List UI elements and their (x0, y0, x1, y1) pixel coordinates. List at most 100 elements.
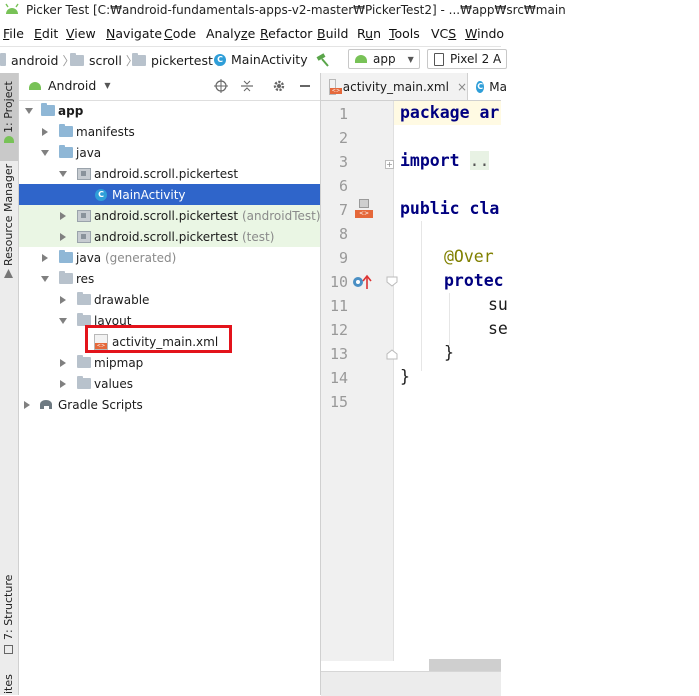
tree-item-label: values (94, 376, 134, 391)
menu-item-windo[interactable]: Windo (465, 26, 504, 41)
tree-item-java-generated[interactable]: java (generated) (19, 247, 320, 268)
code-text: ar (479, 103, 500, 122)
menu-item-vcs[interactable]: VCS (431, 26, 456, 41)
breadcrumb-android[interactable]: android 〉 (0, 52, 78, 69)
menu-item-navigate[interactable]: Navigate (106, 26, 162, 41)
tab-mainactivity[interactable]: C Ma (467, 73, 507, 100)
code-line-11[interactable]: su (488, 295, 508, 314)
minimize-icon[interactable] (300, 85, 310, 87)
tree-item-package[interactable]: android.scroll.pickertest (19, 163, 320, 184)
line-number: 7 (338, 201, 348, 219)
code-annotation[interactable]: @Over (444, 247, 494, 266)
breadcrumb-label: pickertest (151, 53, 213, 68)
project-tool-tab[interactable]: 1: Project (0, 73, 18, 161)
collapse-arrow-icon (42, 253, 48, 262)
tree-item-label: android.scroll.pickertest (94, 229, 239, 244)
code-line-10[interactable]: protec (444, 271, 504, 290)
editor-bottom-strip (321, 671, 501, 696)
project-tab-label: 1: Project (2, 81, 15, 133)
navigation-bar: android 〉 scroll 〉 pickertest 〉 C MainAc… (0, 46, 507, 74)
menu-item-tools[interactable]: Tools (389, 26, 420, 41)
indent-guide (421, 221, 422, 371)
tree-item-label: manifests (76, 124, 135, 139)
android-icon (4, 136, 14, 143)
tree-item-java[interactable]: java (19, 142, 320, 163)
run-config-label: app (373, 52, 396, 66)
code-line-12[interactable]: se (488, 319, 508, 338)
folder-icon (77, 376, 91, 389)
gear-icon[interactable] (272, 79, 286, 93)
favorites-tab[interactable]: ites (0, 668, 18, 695)
menu-item-run[interactable]: Run (357, 26, 381, 41)
run-config-selector[interactable]: app ▼ (348, 49, 420, 69)
build-hammer-icon[interactable] (315, 52, 331, 68)
tree-item-suffix: (test) (241, 229, 275, 244)
tree-item-drawable[interactable]: drawable (19, 289, 320, 310)
menu-item-analyze[interactable]: Analyze (206, 26, 255, 41)
fold-collapse-icon[interactable] (386, 276, 398, 288)
layout-file-gutter-icon[interactable]: <> (353, 199, 373, 221)
class-icon: C (95, 188, 107, 201)
collapse-arrow-icon (42, 127, 48, 136)
device-selector[interactable]: Pixel 2 A (427, 49, 507, 69)
tree-item-app[interactable]: app (19, 100, 320, 121)
folded-imports[interactable]: .. (469, 151, 490, 170)
horizontal-scrollbar[interactable] (429, 659, 501, 671)
breadcrumb-mainactivity[interactable]: C MainActivity (214, 52, 308, 67)
fold-end-icon[interactable] (386, 348, 398, 360)
close-icon[interactable]: × (457, 80, 467, 94)
window-title: Picker Test [C:₩android-fundamentals-app… (26, 3, 566, 17)
resource-folder-icon (59, 271, 73, 284)
code-editor: activity_main.xml × C Ma 1 2 3 6 7 8 9 1… (321, 73, 508, 696)
fold-expand-icon[interactable]: + (385, 160, 394, 169)
tab-activity-main-xml[interactable]: activity_main.xml × (321, 73, 467, 100)
expand-arrow-icon (41, 275, 49, 282)
structure-icon (4, 645, 13, 654)
line-number: 2 (338, 129, 348, 147)
tree-item-label: app (58, 103, 84, 118)
generated-folder-icon (59, 250, 73, 263)
package-icon (77, 230, 91, 243)
expand-arrow-icon (41, 149, 49, 156)
view-mode-selector[interactable]: Android ▼ (29, 78, 110, 93)
code-line-14[interactable]: } (400, 367, 410, 386)
folder-icon (59, 145, 73, 158)
line-number: 15 (329, 393, 348, 411)
line-number: 13 (329, 345, 348, 363)
menu-item-code[interactable]: Code (164, 26, 196, 41)
package-icon (77, 209, 91, 222)
tree-item-label: android.scroll.pickertest (94, 166, 239, 181)
menu-item-build[interactable]: Build (317, 26, 348, 41)
menu-item-file[interactable]: File (3, 26, 24, 41)
folder-icon (59, 124, 73, 137)
folder-icon (77, 355, 91, 368)
collapse-arrow-icon (60, 379, 66, 388)
tree-item-mipmap[interactable]: mipmap (19, 352, 320, 373)
indent-guide (449, 293, 450, 347)
tree-item-values[interactable]: values (19, 373, 320, 394)
expand-arrow-icon (25, 107, 33, 114)
line-number: 11 (329, 297, 348, 315)
package-icon (70, 53, 84, 66)
locate-target-icon[interactable] (214, 79, 228, 93)
tree-item-gradle-scripts[interactable]: Gradle Scripts (19, 394, 320, 415)
tree-item-manifests[interactable]: manifests (19, 121, 320, 142)
tree-item-mainactivity[interactable]: C MainActivity (19, 184, 320, 205)
structure-tab[interactable]: 7: Structure (0, 575, 18, 658)
resource-manager-tab[interactable]: Resource Manager (0, 164, 18, 283)
tree-item-res[interactable]: res (19, 268, 320, 289)
tree-item-package-androidtest[interactable]: android.scroll.pickertest (androidTest) (19, 205, 321, 226)
code-keyword: cla (469, 199, 500, 218)
code-line-1[interactable]: package ar (400, 103, 499, 122)
menu-item-edit[interactable]: Edit (34, 26, 58, 41)
menu-item-view[interactable]: View (66, 26, 96, 41)
override-method-icon[interactable] (352, 274, 374, 290)
code-line-7[interactable]: public cla (400, 199, 499, 218)
menu-item-refactor[interactable]: Refactor (260, 26, 312, 41)
code-line-3[interactable]: import .. (400, 151, 490, 170)
package-icon (77, 167, 91, 180)
tree-item-package-test[interactable]: android.scroll.pickertest (test) (19, 226, 320, 247)
tab-label: Ma (489, 79, 507, 94)
package-icon (132, 53, 146, 66)
collapse-all-icon[interactable] (240, 79, 254, 93)
